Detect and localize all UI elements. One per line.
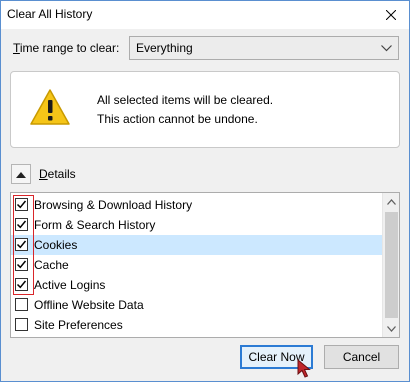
chevron-up-icon	[16, 171, 26, 178]
list-item-label: Site Preferences	[34, 318, 123, 332]
list-item[interactable]: Offline Website Data	[11, 295, 382, 315]
list-item-label: Active Logins	[34, 278, 106, 292]
list-item[interactable]: Active Logins	[11, 275, 382, 295]
list-item-label: Cookies	[34, 238, 78, 252]
time-range-select[interactable]: Everything	[129, 36, 399, 60]
scroll-up-icon	[387, 198, 396, 205]
details-toggle-button[interactable]	[11, 164, 31, 184]
scroll-thumb[interactable]	[385, 212, 398, 318]
list-item-label: Browsing & Download History	[34, 198, 193, 212]
checked-items-highlight	[13, 195, 34, 295]
scroll-up-button[interactable]	[383, 193, 400, 210]
mouse-cursor-icon	[297, 359, 311, 378]
warning-line-2: This action cannot be undone.	[97, 112, 258, 126]
scroll-down-icon	[387, 325, 396, 332]
close-button[interactable]	[373, 1, 409, 29]
warning-icon	[30, 89, 70, 125]
warning-box: All selected items will be cleared. This…	[10, 71, 400, 148]
checkbox[interactable]	[15, 298, 28, 311]
chevron-down-icon	[381, 45, 392, 52]
checkbox[interactable]	[15, 318, 28, 331]
details-label: Details	[39, 167, 76, 181]
warning-line-1: All selected items will be cleared.	[97, 93, 274, 107]
title-bar: Clear All History	[1, 1, 409, 29]
time-range-value: Everything	[136, 41, 193, 55]
list-item[interactable]: Cache	[11, 255, 382, 275]
time-range-label: Time range to clear:	[13, 41, 120, 55]
cancel-button[interactable]: Cancel	[324, 345, 399, 369]
list-item[interactable]: Form & Search History	[11, 215, 382, 235]
list-item-label: Form & Search History	[34, 218, 156, 232]
list-item[interactable]: Site Preferences	[11, 315, 382, 335]
list-item[interactable]: Browsing & Download History	[11, 195, 382, 215]
list-item-label: Cache	[34, 258, 69, 272]
clear-history-dialog: Clear All History Time range to clear: E…	[0, 0, 410, 382]
list-scrollbar[interactable]	[382, 193, 399, 337]
close-icon	[386, 10, 396, 20]
dialog-title: Clear All History	[7, 7, 93, 21]
history-items-list: Site Preferences Offline Website Data Acti…	[10, 192, 400, 338]
scroll-down-button[interactable]	[383, 320, 400, 337]
list-item[interactable]: Cookies	[11, 235, 382, 255]
list-item-label: Offline Website Data	[34, 298, 144, 312]
